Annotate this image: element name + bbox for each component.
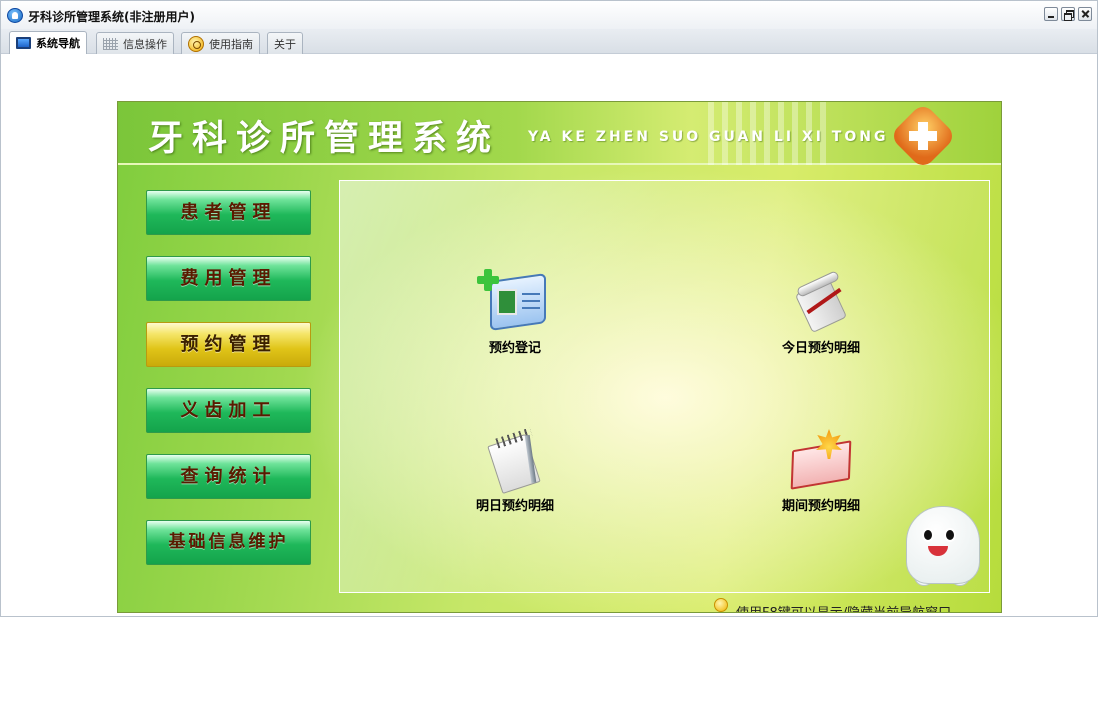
tab-label: 信息操作 (123, 37, 167, 51)
app-logo-icon (7, 8, 23, 23)
minimize-button[interactable] (1044, 7, 1058, 21)
system-title: 牙科诊所管理系统 (148, 118, 501, 159)
help-icon (188, 35, 204, 52)
function-label[interactable]: 明日预约明细 (445, 495, 585, 514)
monitor-icon (16, 37, 31, 49)
medical-cross-icon (889, 102, 957, 170)
fee-management-button[interactable]: 费用管理 (146, 256, 311, 301)
tab-about[interactable]: 关于 (267, 32, 303, 54)
denture-processing-button[interactable]: 义齿加工 (146, 388, 311, 433)
query-statistics-button[interactable]: 查询统计 (146, 454, 311, 499)
appointment-management-button[interactable]: 预约管理 (146, 322, 311, 367)
grid-icon (103, 37, 118, 50)
tab-label: 关于 (274, 37, 296, 51)
app-window: 牙科诊所管理系统(非注册用户) 系统导航 信息操作 使用指南 关于 牙科诊所管理… (0, 0, 1098, 617)
content-area: 牙科诊所管理系统 YA KE ZHEN SUO GUAN LI XI TONG … (6, 55, 1092, 613)
book-leaf-icon[interactable] (786, 427, 856, 493)
period-appointments-item[interactable]: 期间预约明细 (751, 427, 891, 514)
function-label[interactable]: 期间预约明细 (751, 495, 891, 514)
window-title: 牙科诊所管理系统(非注册用户) (28, 10, 195, 24)
hint-text: 使用F8键可以显示/隐藏当前导航窗口 (736, 602, 951, 612)
today-appointments-item[interactable]: 今日预约明细 (751, 269, 891, 356)
tab-strip: 系统导航 信息操作 使用指南 关于 (1, 29, 1097, 54)
appointment-register-item[interactable]: 预约登记 (445, 269, 585, 356)
function-label[interactable]: 预约登记 (445, 337, 585, 356)
tab-label: 使用指南 (209, 37, 253, 51)
system-subtitle: YA KE ZHEN SUO GUAN LI XI TONG (528, 129, 889, 145)
patient-management-button[interactable]: 患者管理 (146, 190, 311, 235)
tab-user-guide[interactable]: 使用指南 (181, 32, 260, 54)
lightbulb-icon (714, 598, 728, 612)
tab-system-navigation[interactable]: 系统导航 (9, 31, 87, 54)
scroll-icon[interactable] (786, 269, 856, 335)
tab-information-operations[interactable]: 信息操作 (96, 32, 174, 54)
tomorrow-appointments-item[interactable]: 明日预约明细 (445, 427, 585, 514)
close-button[interactable] (1078, 7, 1092, 21)
navigation-panel: 牙科诊所管理系统 YA KE ZHEN SUO GUAN LI XI TONG … (117, 101, 1002, 613)
function-area: 预约登记 今日预约明细 明日预约明细 期间预约明细 (339, 180, 990, 593)
basic-info-maintenance-button[interactable]: 基础信息维护 (146, 520, 311, 565)
tooth-mascot-icon (900, 502, 986, 586)
banner-header: 牙科诊所管理系统 YA KE ZHEN SUO GUAN LI XI TONG (118, 102, 1001, 170)
tab-label: 系统导航 (36, 37, 80, 50)
notepad-icon[interactable] (480, 427, 550, 494)
id-card-add-icon[interactable] (477, 269, 550, 335)
function-label[interactable]: 今日预约明细 (751, 337, 891, 356)
title-bar[interactable]: 牙科诊所管理系统(非注册用户) (1, 1, 1097, 29)
restore-button[interactable] (1061, 7, 1075, 21)
